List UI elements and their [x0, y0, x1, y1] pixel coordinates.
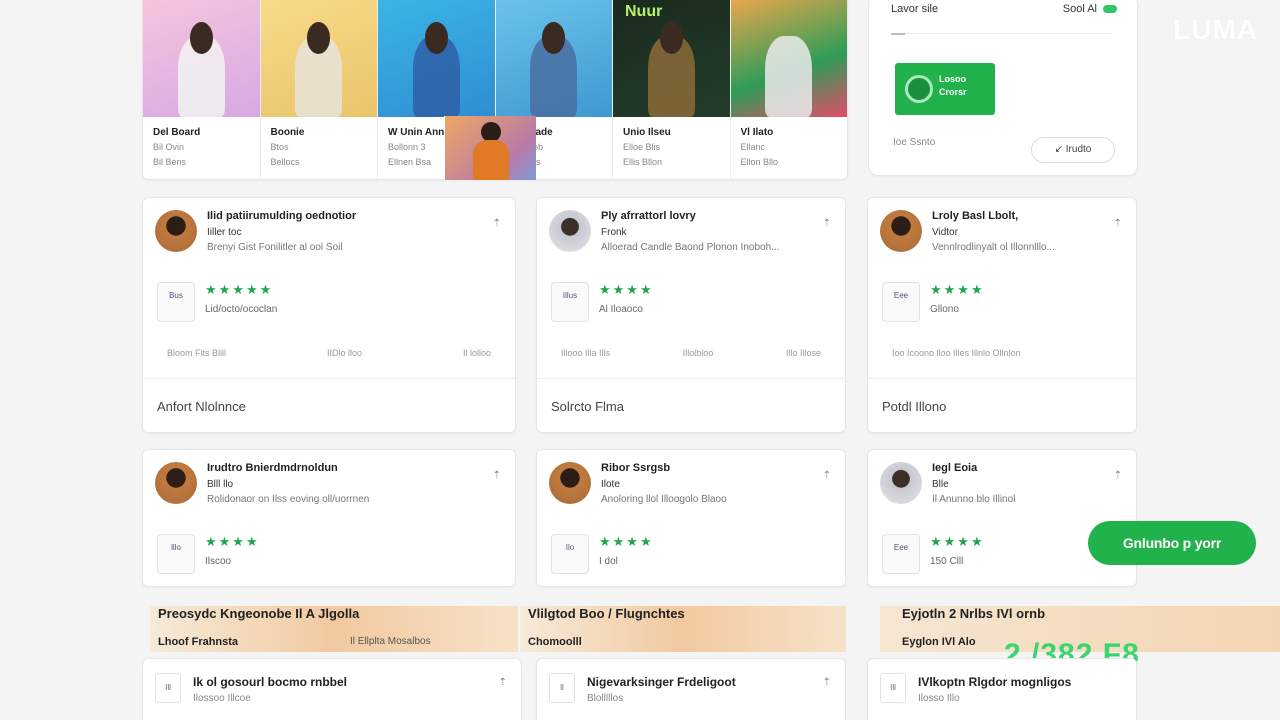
- reviewer-card[interactable]: Irudtro Bnierdmdrnoldun Blll llo Rolidon…: [142, 449, 516, 587]
- avatar: [155, 462, 197, 504]
- side-panel: Lavor sile Sool Al Losoo Crorsr Ioe Ssnto…: [868, 0, 1138, 176]
- pin-icon[interactable]: ⇡: [1114, 218, 1122, 229]
- listing-card[interactable]: Ill Ik ol gosourl bocmo rnbbel Ilossoo I…: [142, 658, 522, 720]
- star-rating: ★★★★: [599, 282, 654, 297]
- gallery-image[interactable]: [730, 0, 847, 117]
- promo-banner[interactable]: Vlilgtod Boo / Flugnchtes Chomoolll: [520, 606, 846, 652]
- company-logo: Eee: [882, 282, 920, 322]
- gallery-featured-thumbnail[interactable]: [444, 116, 536, 180]
- star-rating: ★★★★: [930, 534, 985, 549]
- avatar: [155, 210, 197, 252]
- promo-banner[interactable]: Preosydc Kngeonobe Il A Jlgolla Lhoof Fr…: [150, 606, 518, 652]
- avatar: [549, 210, 591, 252]
- divider: [891, 33, 1111, 35]
- gallery-overlay-label: Nuur: [625, 3, 663, 20]
- gallery-item[interactable]: Del Board Bil Ovin Bil Bens: [143, 0, 261, 179]
- side-footer-text: Ioe Ssnto: [893, 137, 936, 148]
- card-stats: Illooo Illa Ills Illolbloo Illo Illose: [561, 348, 821, 358]
- pin-icon[interactable]: ⇡: [1114, 470, 1122, 481]
- star-rating: ★★★★: [205, 534, 260, 549]
- card-footer[interactable]: Potdl Illono: [868, 378, 1136, 432]
- side-label: Lavor sile: [891, 3, 939, 15]
- gallery-item[interactable]: Vl Ilato Ellanc Ellon Bllo: [730, 0, 847, 179]
- gallery-title: Del Board: [153, 127, 201, 138]
- brand-logo: LUMA: [1173, 14, 1258, 45]
- avatar: [880, 210, 922, 252]
- company-logo: Eee: [882, 534, 920, 574]
- side-action-button[interactable]: ↙ Irudto: [1031, 137, 1115, 163]
- gallery-image[interactable]: [260, 0, 377, 117]
- reviewer-card[interactable]: Ilid patiirumulding oednotior Iiller toc…: [142, 197, 516, 433]
- ring-icon: [905, 75, 933, 103]
- reviewer-card[interactable]: Lroly Basl Lbolt, Vidtor Vennlrodlinyalt…: [867, 197, 1137, 433]
- company-logo: lllo: [157, 534, 195, 574]
- star-rating: ★★★★: [930, 282, 985, 297]
- avatar: [549, 462, 591, 504]
- gallery-image[interactable]: [378, 0, 495, 117]
- gallery-image[interactable]: [143, 0, 260, 117]
- star-rating: ★★★★★: [205, 282, 274, 297]
- pin-icon[interactable]: ⇡: [823, 677, 831, 688]
- reviewer-card[interactable]: Iegl Eoia Blle Il Anunno blo Illinol ⇡ E…: [867, 449, 1137, 587]
- side-value: Sool Al: [1062, 3, 1097, 15]
- status-dot-icon: [1103, 5, 1117, 14]
- gallery-item[interactable]: Boonie Btos Bellocs: [260, 0, 378, 179]
- gallery-image[interactable]: [495, 0, 612, 117]
- pin-icon[interactable]: ⇡: [493, 218, 501, 229]
- avatar: [880, 462, 922, 504]
- promo-card[interactable]: Losoo Crorsr: [895, 63, 995, 115]
- listing-icon: Ill: [880, 673, 906, 703]
- card-footer[interactable]: Solrcto Flma: [537, 378, 845, 432]
- card-stats: Bloom Fits Blill IIDlo lloo Il lolloo: [167, 348, 491, 358]
- pin-icon[interactable]: ⇡: [493, 470, 501, 481]
- gallery-item[interactable]: Nuur Unio Ilseu Elloe Blis Ellis Bllon: [613, 0, 731, 179]
- pin-icon[interactable]: ⇡: [499, 677, 507, 688]
- company-logo: Illus: [551, 282, 589, 322]
- company-logo: Bus: [157, 282, 195, 322]
- listing-icon: Ill: [155, 673, 181, 703]
- star-rating: ★★★★: [599, 534, 654, 549]
- pin-icon[interactable]: ⇡: [823, 470, 831, 481]
- listing-card[interactable]: Ill IVlkoptn Rlgdor mognligos Ilosso Ill…: [867, 658, 1137, 720]
- card-stats: Ioo Icoono lloo Illes Illnlo Ollnlon: [892, 348, 1021, 358]
- gallery-image[interactable]: Nuur: [613, 0, 730, 117]
- listing-icon: ll: [549, 673, 575, 703]
- card-footer[interactable]: Anfort Nlolnnce: [143, 378, 515, 432]
- reviewer-card[interactable]: Ply afrrattorl lovry Fronk Alloerad Cand…: [536, 197, 846, 433]
- pin-icon[interactable]: ⇡: [823, 218, 831, 229]
- company-logo: Ilo: [551, 534, 589, 574]
- signup-button[interactable]: Gnlunbo p yorr: [1088, 521, 1256, 565]
- reviewer-card[interactable]: Ribor Ssrgsb Ilote Anoloring llol Illoog…: [536, 449, 846, 587]
- listing-card[interactable]: ll Nigevarksinger Frdeligoot Blolllllos …: [536, 658, 846, 720]
